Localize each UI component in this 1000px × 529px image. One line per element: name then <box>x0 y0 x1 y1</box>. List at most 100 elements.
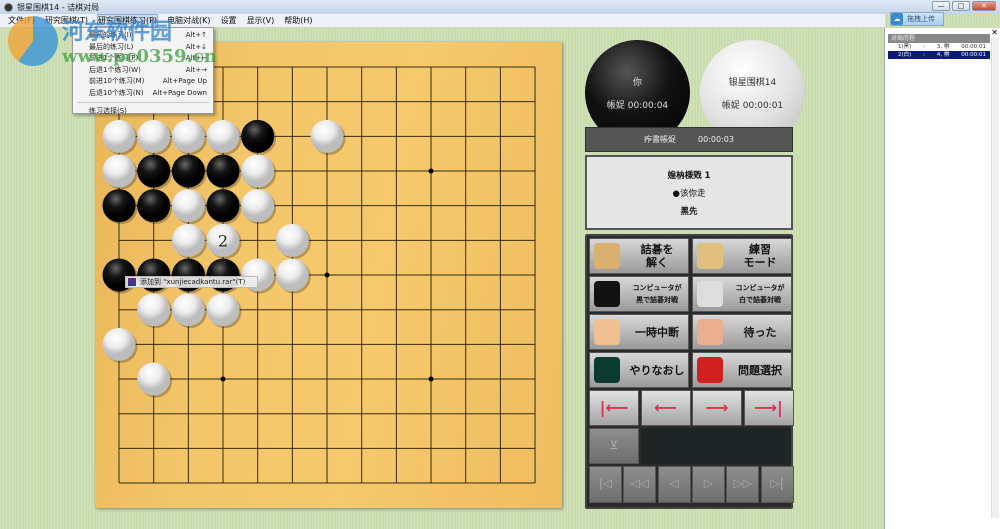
problem-title: 媓枘棅戣 1 <box>667 170 711 181</box>
white-stone[interactable] <box>171 293 205 327</box>
history-row[interactable]: 1(黑): 3, 棋 00:00:01 <box>888 43 990 51</box>
close-panel-icon[interactable]: ✕ <box>991 28 998 37</box>
white-player-name: 银星围棋14 <box>728 77 777 88</box>
history-time: 00:00:01 <box>961 52 986 58</box>
history-pos: 3, 棋 <box>936 44 950 50</box>
solve-tsumego-button[interactable]: 詰碁を 解く <box>589 238 689 274</box>
black-player-time: 帳娖 00:00:04 <box>606 100 669 111</box>
menu-item[interactable]: 后退1个练习(W) Alt+→ <box>73 65 213 77</box>
star-point <box>220 376 226 382</box>
white-stone[interactable] <box>171 223 205 257</box>
close-button[interactable]: ✕ <box>972 1 996 11</box>
menu-item-label: 最后的练习(L) <box>89 42 134 51</box>
dropdown-arrow-button[interactable]: ⊻ <box>589 428 639 464</box>
replay-nav-button[interactable]: |◁ <box>589 466 622 503</box>
context-tooltip[interactable]: 添加到 "xunjiecadkantu.rar"(T) <box>125 276 258 288</box>
white-stone[interactable] <box>206 293 240 327</box>
replay-nav-button[interactable]: ▷ <box>691 466 725 503</box>
timer-label: 痄書帳娖 <box>644 135 677 144</box>
nav-prev-button[interactable]: ⟵ <box>640 390 691 426</box>
black-stone[interactable] <box>241 119 275 153</box>
select-icon <box>697 357 723 383</box>
nav-last-button[interactable]: ⟶| <box>743 390 794 426</box>
move-number: 2 <box>218 231 228 250</box>
replay-nav-button[interactable]: ▷| <box>760 466 794 503</box>
practice-mode-button[interactable]: 練習 モード <box>692 238 792 274</box>
upload-label: 拖拽上传 <box>907 15 935 23</box>
menu-1[interactable]: 研究围棋(T) <box>45 15 88 26</box>
white-stone[interactable] <box>275 223 309 257</box>
white-stone[interactable] <box>137 119 171 153</box>
menu-item-shortcut: Alt+Page Down <box>152 88 207 97</box>
star-point <box>324 272 330 278</box>
menu-item[interactable]: 最初的练习(I) Alt+↑ <box>73 30 213 42</box>
menu-item[interactable]: 最后的练习(L) Alt+↓ <box>73 42 213 54</box>
practice-icon <box>697 243 723 269</box>
white-stone[interactable] <box>275 258 309 292</box>
undo-icon <box>697 319 723 345</box>
white-stone[interactable] <box>137 362 171 396</box>
white-stone[interactable] <box>102 154 136 188</box>
nav-next-button[interactable]: ⟶ <box>692 390 742 426</box>
window-title: 银星围棋14 - 诘棋对局 <box>17 2 100 12</box>
white-stone[interactable] <box>102 327 136 361</box>
move-history-panel: ✕ 对局历程 1(黑): 3, 棋 00:00:01 2(白): 4, 棋 00:00:0… <box>884 28 1000 529</box>
menu-item-shortcut: Alt+← <box>185 54 207 62</box>
replay-nav-button[interactable]: ◁ <box>657 466 691 503</box>
white-stone[interactable] <box>206 119 240 153</box>
black-stone[interactable] <box>137 154 171 188</box>
black-stone[interactable] <box>206 189 240 223</box>
context-tooltip-text: 添加到 "xunjiecadkantu.rar"(T) <box>140 278 246 286</box>
button-label: 待った <box>743 325 777 339</box>
white-stone[interactable] <box>171 119 205 153</box>
menu-item[interactable]: 练习选择(S) <box>73 106 213 118</box>
menu-item[interactable]: 后退10个练习(N) Alt+Page Down <box>73 88 213 100</box>
history-move: 2(白) <box>898 52 912 58</box>
button-label: やりなおし <box>629 363 685 377</box>
upload-button[interactable]: ☁ 拖拽上传 <box>890 12 944 26</box>
menu-item-label: 后退10个练习(N) <box>89 88 144 97</box>
menu-3[interactable]: 电脑对战(K) <box>167 15 211 26</box>
pause-button[interactable]: 一時中断 <box>589 314 689 350</box>
menu-6[interactable]: 帮助(H) <box>284 15 312 26</box>
replay-nav-button[interactable]: ◁◁ <box>623 466 657 503</box>
redo-button[interactable]: やりなおし <box>589 352 689 388</box>
history-time: 00:00:01 <box>961 44 986 50</box>
history-header: 对局历程 <box>888 34 990 43</box>
menu-item[interactable]: 前进1个练习(P) Alt+← <box>73 53 213 65</box>
menu-item-shortcut: Alt+→ <box>185 65 207 74</box>
maximize-button[interactable]: □ <box>952 1 970 11</box>
menu-0[interactable]: 文件(F) <box>8 15 35 26</box>
history-move: 1(黑) <box>898 44 912 50</box>
star-point <box>428 168 434 174</box>
history-sep: : <box>923 44 926 50</box>
button-label: 問題選択 <box>738 363 782 377</box>
app-icon <box>4 2 13 12</box>
first-player: 黑先 <box>680 206 698 217</box>
white-stone[interactable] <box>310 119 344 153</box>
menu-2[interactable]: 研究围棋练习(P) <box>96 14 159 27</box>
cloud-icon: ☁ <box>891 13 903 25</box>
white-stone[interactable] <box>171 189 205 223</box>
black-stone[interactable] <box>137 189 171 223</box>
white-stone[interactable] <box>241 154 275 188</box>
black-stone[interactable] <box>102 189 136 223</box>
white-stone[interactable] <box>102 119 136 153</box>
replay-nav-button[interactable]: ▷▷ <box>726 466 760 503</box>
cpu-black-button[interactable]: コンピュータが 黒で詰碁対戦 <box>589 276 689 312</box>
nav-first-button[interactable]: |⟵ <box>589 390 639 426</box>
select-problem-button[interactable]: 問題選択 <box>692 352 792 388</box>
menu-4[interactable]: 设置 <box>221 15 237 26</box>
history-row[interactable]: 2(白): 4, 棋 00:00:01 <box>888 51 990 59</box>
cpu-white-button[interactable]: コンピュータが 白で詰碁対戦 <box>692 276 792 312</box>
menu-5[interactable]: 显示(V) <box>247 15 275 26</box>
minimize-button[interactable]: — <box>932 1 950 11</box>
black-stone[interactable] <box>206 154 240 188</box>
white-stone[interactable] <box>137 293 171 327</box>
timer-value: 00:00:03 <box>698 135 734 144</box>
black-stone[interactable] <box>171 154 205 188</box>
scrollbar[interactable] <box>991 38 999 518</box>
menu-item[interactable]: 前进10个练习(M) Alt+Page Up <box>73 76 213 88</box>
undo-button[interactable]: 待った <box>692 314 792 350</box>
white-stone[interactable] <box>241 189 275 223</box>
